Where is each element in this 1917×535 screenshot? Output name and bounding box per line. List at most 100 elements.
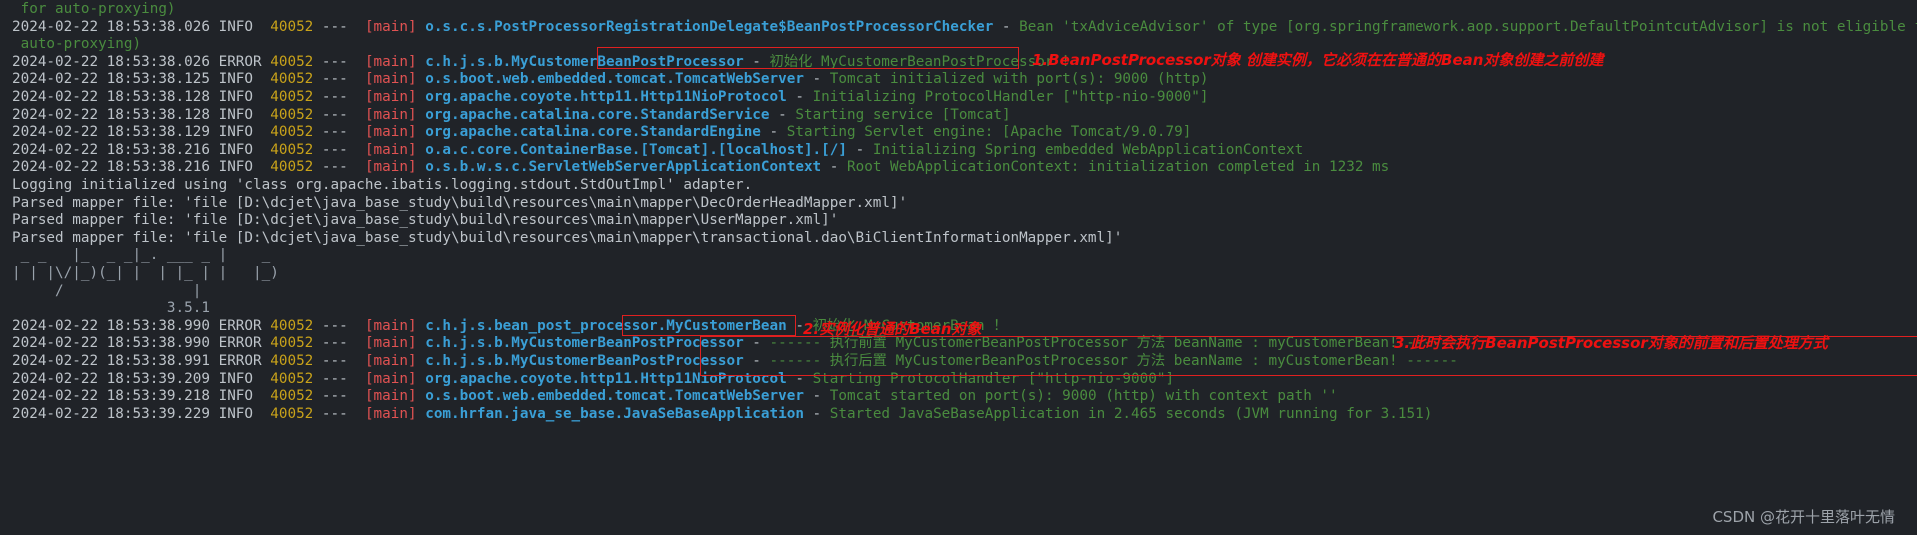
log-pid: 40052: [270, 124, 322, 141]
log-message: 初始化 MyCustomerBeanPostProcessor ！: [769, 53, 1077, 70]
log-dashes: ---: [321, 159, 365, 176]
plain-output-line: Parsed mapper file: 'file [D:\dcjet\java…: [12, 230, 1122, 248]
log-thread: [main]: [364, 388, 426, 405]
annotation-note: 3.此时会执行BeanPostProcessor对象的前置和后置处理方式: [1394, 334, 1828, 352]
log-message: for auto-proxying): [12, 1, 176, 17]
plain-text: Parsed mapper file: 'file [D:\dcjet\java…: [12, 212, 839, 229]
log-level: INFO: [218, 124, 271, 141]
log-logger: o.s.b.w.s.c.ServletWebServerApplicationC…: [425, 159, 822, 176]
log-thread: [main]: [364, 53, 426, 70]
log-separator: -: [803, 405, 830, 422]
log-level: INFO: [218, 370, 271, 387]
log-message: Tomcat initialized with port(s): 9000 (h…: [829, 71, 1209, 88]
log-message: Starting service [Tomcat]: [795, 106, 1011, 123]
log-thread: [main]: [364, 353, 426, 369]
log-pid: 40052: [270, 159, 322, 176]
log-thread: [main]: [364, 89, 426, 105]
log-pid: 40052: [270, 18, 322, 35]
log-timestamp: 2024-02-22 18:53:38.128: [12, 106, 219, 123]
log-timestamp: 2024-02-22 18:53:38.990: [12, 317, 219, 334]
log-separator: -: [803, 71, 830, 88]
log-level: INFO: [218, 71, 271, 88]
log-line: 2024-02-22 18:53:38.026 INFO 40052 --- […: [12, 19, 1917, 37]
log-level: INFO: [218, 106, 271, 123]
log-message: Bean 'txAdviceAdvisor' of type [org.spri…: [1019, 18, 1917, 35]
log-timestamp: 2024-02-22 18:53:39.229: [12, 405, 219, 422]
log-message: Initializing Spring embedded WebApplicat…: [872, 141, 1304, 158]
terminal-console: for auto-proxying) 2024-02-22 18:53:38.02…: [0, 0, 1917, 535]
log-message: Initializing ProtocolHandler ["http-nio-…: [812, 89, 1209, 105]
log-timestamp: 2024-02-22 18:53:38.128: [12, 89, 219, 105]
log-timestamp: 2024-02-22 18:53:38.216: [12, 159, 219, 176]
csdn-watermark: CSDN @花开十里落叶无情: [1712, 508, 1895, 526]
log-pid: 40052: [270, 405, 322, 422]
log-separator: -: [821, 159, 847, 176]
mybatis-banner-line: _ _ |_ _ _|_. ___ _ | _: [12, 247, 279, 265]
log-timestamp: 2024-02-22 18:53:38.216: [12, 141, 219, 158]
log-level: ERROR: [218, 53, 271, 70]
log-dashes: ---: [321, 405, 365, 422]
log-dashes: ---: [321, 388, 365, 405]
log-thread: [main]: [364, 141, 426, 158]
log-logger: o.s.boot.web.embedded.tomcat.TomcatWebSe…: [425, 71, 804, 88]
plain-output-line: Parsed mapper file: 'file [D:\dcjet\java…: [12, 212, 838, 230]
log-separator: -: [743, 353, 770, 369]
log-level: INFO: [218, 18, 271, 35]
log-thread: [main]: [364, 124, 426, 141]
log-separator: -: [769, 106, 796, 123]
log-thread: [main]: [364, 370, 426, 387]
log-separator: -: [786, 370, 813, 387]
log-line: 2024-02-22 18:53:39.229 INFO 40052 --- […: [12, 406, 1432, 424]
log-message: Starting ProtocolHandler ["http-nio-9000…: [812, 370, 1175, 387]
log-line: 2024-02-22 18:53:38.216 INFO 40052 --- […: [12, 142, 1303, 160]
log-timestamp: 2024-02-22 18:53:38.990: [12, 335, 219, 352]
log-thread: [main]: [364, 159, 426, 176]
log-level: INFO: [218, 405, 271, 422]
log-dashes: ---: [321, 353, 365, 369]
log-level: INFO: [218, 159, 271, 176]
log-timestamp: 2024-02-22 18:53:39.218: [12, 388, 219, 405]
log-pid: 40052: [270, 388, 322, 405]
log-pid: 40052: [270, 370, 322, 387]
log-line: 2024-02-22 18:53:38.990 ERROR 40052 --- …: [12, 335, 1458, 353]
log-continuation-line: auto-proxying): [12, 36, 142, 54]
log-logger: o.a.c.core.ContainerBase.[Tomcat].[local…: [425, 141, 847, 158]
banner-text: 3.5.1: [12, 300, 219, 317]
plain-output-line: Parsed mapper file: 'file [D:\dcjet\java…: [12, 195, 907, 213]
log-pid: 40052: [270, 353, 322, 369]
log-line: 2024-02-22 18:53:39.218 INFO 40052 --- […: [12, 388, 1338, 406]
log-logger: org.apache.coyote.http11.Http11NioProtoc…: [425, 370, 787, 387]
log-separator: -: [786, 89, 813, 105]
log-dashes: ---: [321, 18, 365, 35]
annotation-note: 1.BeanPostProcessor对象 创建实例，它必须在在普通的Bean对…: [1032, 51, 1604, 69]
log-timestamp: 2024-02-22 18:53:38.991: [12, 353, 219, 369]
log-separator: -: [743, 53, 770, 70]
log-separator: -: [993, 18, 1020, 35]
log-timestamp: 2024-02-22 18:53:38.026: [12, 53, 219, 70]
log-thread: [main]: [364, 317, 426, 334]
log-dashes: ---: [321, 317, 365, 334]
annotation-note: 2.实例化普通的Bean对象: [803, 320, 982, 338]
log-line: 2024-02-22 18:53:39.209 INFO 40052 --- […: [12, 371, 1174, 389]
log-thread: [main]: [364, 106, 426, 123]
log-logger: org.apache.coyote.http11.Http11NioProtoc…: [425, 89, 787, 105]
log-logger: o.s.c.s.PostProcessorRegistrationDelegat…: [425, 18, 994, 35]
log-message: Tomcat started on port(s): 9000 (http) w…: [829, 388, 1338, 405]
log-level: INFO: [218, 141, 271, 158]
log-separator: -: [760, 124, 787, 141]
plain-text: Parsed mapper file: 'file [D:\dcjet\java…: [12, 229, 1123, 246]
log-logger: org.apache.catalina.core.StandardService: [425, 106, 770, 123]
log-logger: com.hrfan.java_se_base.JavaSeBaseApplica…: [425, 405, 804, 422]
plain-text: Parsed mapper file: 'file [D:\dcjet\java…: [12, 194, 908, 211]
log-message: Root WebApplicationContext: initializati…: [847, 159, 1390, 176]
log-message: auto-proxying): [12, 36, 142, 53]
log-line: 2024-02-22 18:53:38.026 ERROR 40052 --- …: [12, 54, 1076, 72]
log-pid: 40052: [270, 317, 322, 334]
log-timestamp: 2024-02-22 18:53:38.026: [12, 18, 219, 35]
log-logger: c.h.j.s.b.MyCustomerBeanPostProcessor: [425, 53, 744, 70]
log-line: 2024-02-22 18:53:38.128 INFO 40052 --- […: [12, 107, 1011, 125]
log-continuation-line: for auto-proxying): [12, 1, 176, 19]
log-logger: c.h.j.s.bean_post_processor.MyCustomerBe…: [425, 317, 787, 334]
log-dashes: ---: [321, 89, 365, 105]
log-logger: o.s.boot.web.embedded.tomcat.TomcatWebSe…: [425, 388, 804, 405]
